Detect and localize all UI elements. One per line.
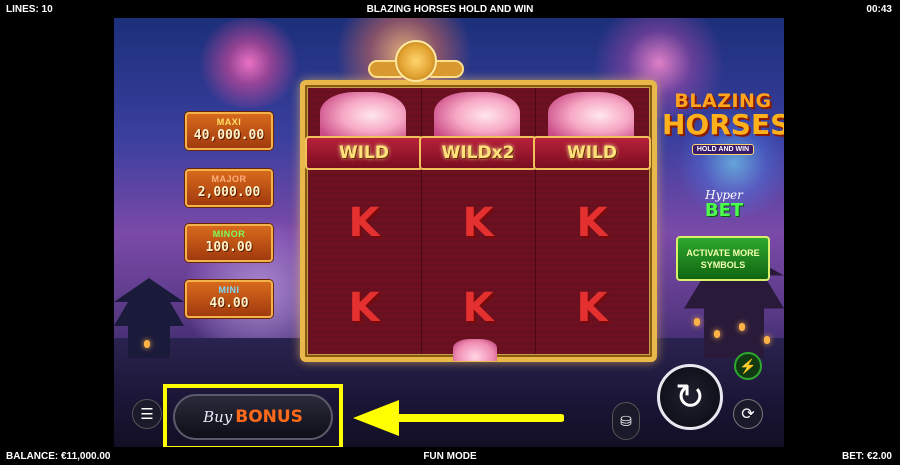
wild-label: WILDx2 xyxy=(441,143,515,163)
k-symbol: K xyxy=(462,285,494,331)
k-symbol: K xyxy=(576,200,608,246)
reel-frame: WILD K K WILDx2 K K WILD K K xyxy=(300,80,657,362)
clock: 00:43 xyxy=(866,3,892,15)
wild-label: WILD xyxy=(566,143,618,163)
jackpot-mini: MINI 40.00 xyxy=(185,280,273,318)
buy-label: Buy xyxy=(203,408,233,426)
jackpot-name: MINI xyxy=(218,285,240,295)
jackpot-maxi: MAXI 40,000.00 xyxy=(185,112,273,150)
game-logo: BLAZING HORSES HOLD AND WIN xyxy=(662,90,784,156)
jackpot-amount: 40.00 xyxy=(209,296,249,311)
buy-bonus-button[interactable]: Buy BONUS xyxy=(173,394,333,440)
jackpot-name: MAJOR xyxy=(211,174,247,184)
k-symbol: K xyxy=(348,200,380,246)
menu-button[interactable]: ☰ xyxy=(132,399,162,429)
pointer-arrow-icon xyxy=(353,400,564,436)
logo-subtitle: HOLD AND WIN xyxy=(691,144,755,155)
bet-coins-button[interactable]: ⛁ xyxy=(612,402,640,440)
horse-crest-emblem xyxy=(368,40,464,88)
lantern xyxy=(144,340,150,348)
activate-more-symbols-button[interactable]: ACTIVATE MORE SYMBOLS xyxy=(676,236,770,281)
jackpot-minor: MINOR 100.00 xyxy=(185,224,273,262)
k-symbol: K xyxy=(348,285,380,331)
jackpot-amount: 2,000.00 xyxy=(197,185,261,200)
top-bar: LINES: 10 BLAZING HORSES HOLD AND WIN 00… xyxy=(0,0,900,18)
jackpot-name: MINOR xyxy=(212,229,246,239)
jackpot-major: MAJOR 2,000.00 xyxy=(185,169,273,207)
wild-label: WILD xyxy=(338,143,390,163)
logo-line-2: HORSES xyxy=(662,108,784,141)
reel-3: WILD K K xyxy=(533,88,651,354)
hamburger-menu-icon: ☰ xyxy=(140,406,154,423)
spin-button[interactable]: ↻ xyxy=(657,364,723,430)
wild-banner: WILD xyxy=(533,136,651,170)
horse-medal-icon xyxy=(395,40,437,82)
bonus-label: BONUS xyxy=(235,407,303,427)
hyper-bet-label: Hyper BET xyxy=(674,188,774,220)
wild-banner: WILD xyxy=(305,136,423,170)
horse-symbol-peek xyxy=(453,339,497,361)
coin-stack-icon: ⛁ xyxy=(620,412,632,429)
jackpot-amount: 40,000.00 xyxy=(193,128,265,143)
game-mode: FUN MODE xyxy=(423,450,477,462)
jackpot-name: MAXI xyxy=(216,117,242,127)
jackpot-amount: 100.00 xyxy=(205,240,253,255)
reel-1: WILD K K xyxy=(305,88,423,354)
k-symbol: K xyxy=(462,200,494,246)
firework-burst xyxy=(194,18,304,108)
lantern xyxy=(739,323,745,331)
lantern xyxy=(764,336,770,344)
bet-text: BET xyxy=(704,200,744,221)
lantern xyxy=(714,330,720,338)
game-title: BLAZING HORSES HOLD AND WIN xyxy=(366,3,534,15)
bottom-bar: BALANCE: €11,000.00 FUN MODE BET: €2.00 xyxy=(0,447,900,465)
reel-grid: WILD K K WILDx2 K K WILD K K xyxy=(305,88,651,354)
lightning-icon: ⚡ xyxy=(739,357,757,374)
k-symbol: K xyxy=(576,285,608,331)
spin-arrow-icon: ↻ xyxy=(674,376,706,417)
bet-amount: BET: €2.00 xyxy=(841,450,892,462)
game-scene: MAXI 40,000.00 MAJOR 2,000.00 MINOR 100.… xyxy=(114,18,784,447)
autoplay-icon: ⟳ xyxy=(741,406,755,423)
autoplay-button[interactable]: ⟳ xyxy=(733,399,763,429)
turbo-button[interactable]: ⚡ xyxy=(734,352,762,380)
wild-banner: WILDx2 xyxy=(419,136,537,170)
lantern xyxy=(694,318,700,326)
reel-2: WILDx2 K K xyxy=(419,88,537,354)
